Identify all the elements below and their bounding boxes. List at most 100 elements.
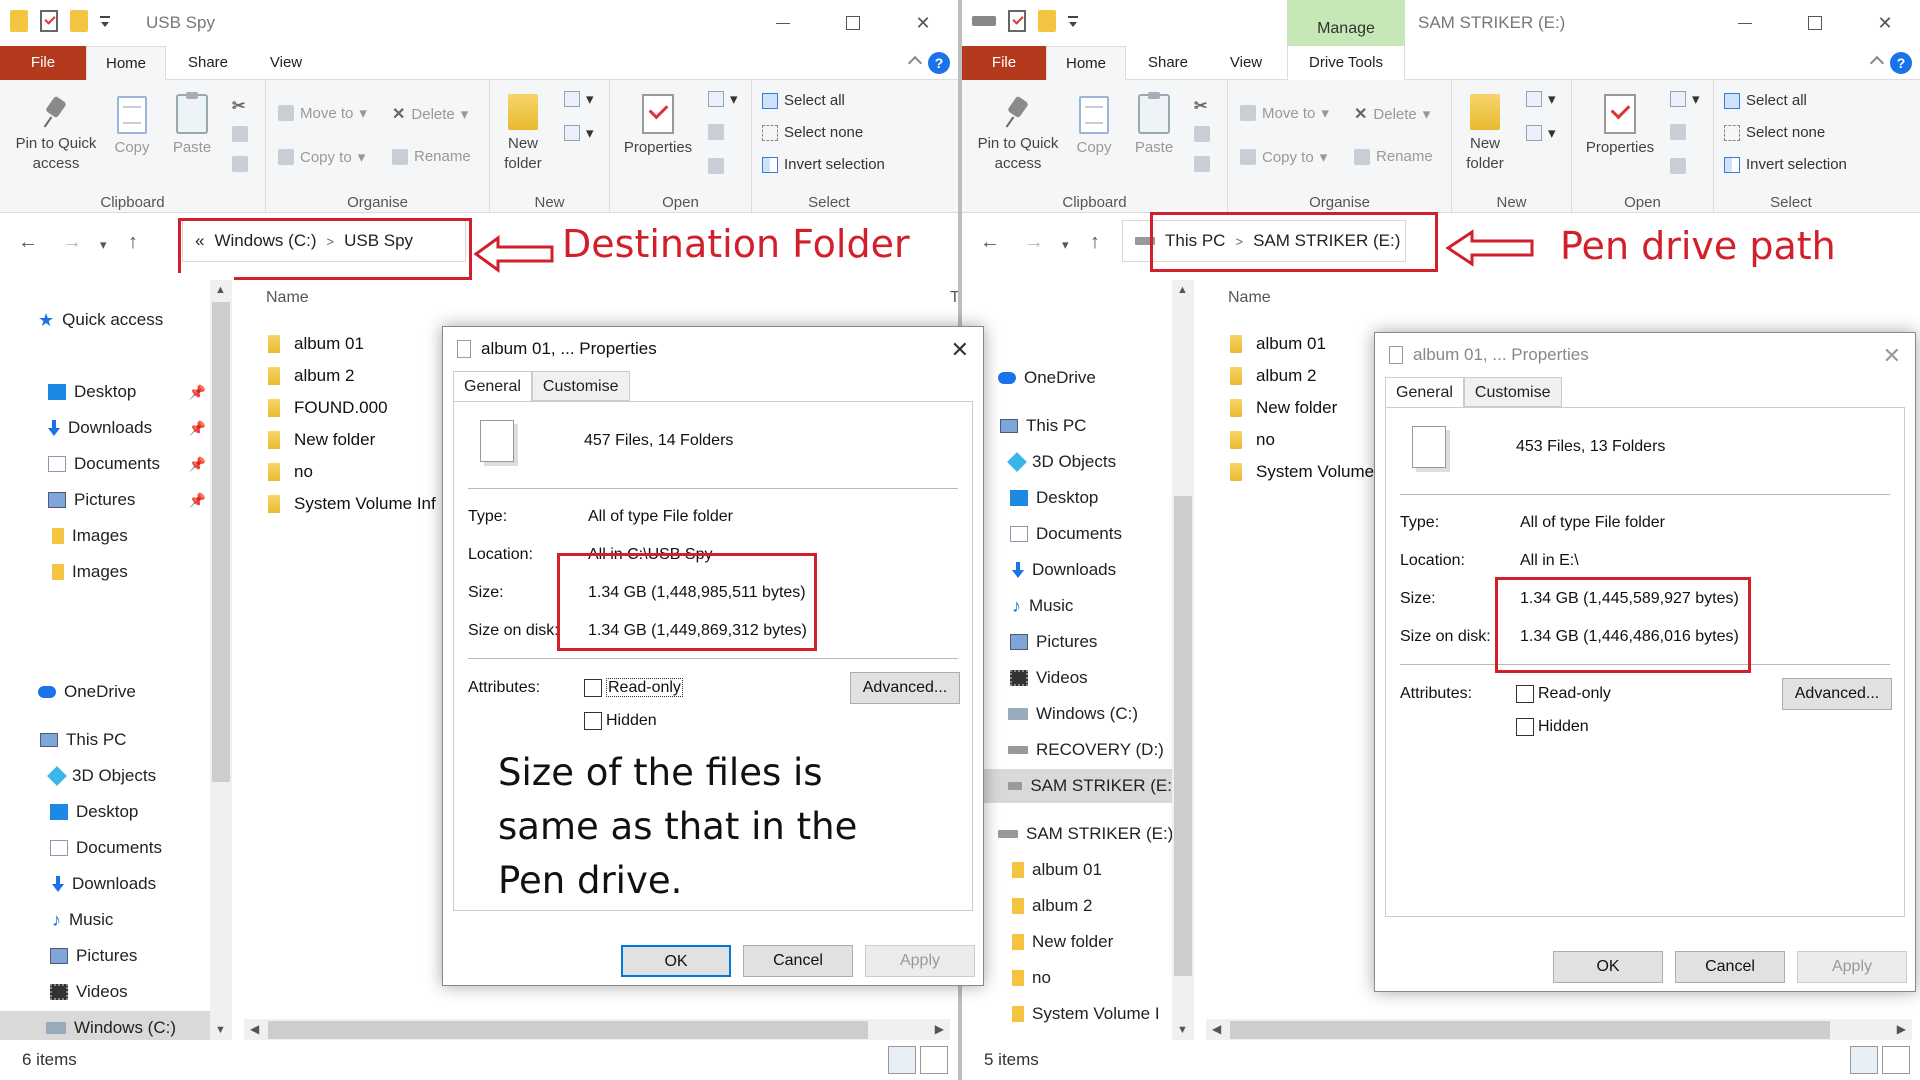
copy-to-button[interactable]: Copy to ▾ — [1240, 148, 1327, 166]
nav-pictures[interactable]: Pictures — [1010, 625, 1097, 659]
tab-customise[interactable]: Customise — [531, 371, 630, 401]
file-list-item[interactable]: album 01 — [268, 329, 364, 359]
tab-file[interactable]: File — [962, 46, 1046, 80]
nav-documents[interactable]: Documents 📌 — [48, 447, 206, 481]
nav-scrollbar[interactable]: ▲ ▼ — [1172, 280, 1194, 1040]
maximize-button[interactable] — [1780, 0, 1850, 46]
nav-images[interactable]: Images — [52, 519, 128, 553]
horizontal-scrollbar[interactable]: ◀ ▶ — [244, 1019, 950, 1041]
history-button[interactable] — [1670, 158, 1686, 174]
checkbox-icon[interactable] — [1516, 718, 1534, 736]
nav-downloads[interactable]: Downloads — [52, 867, 156, 901]
select-none-button[interactable]: Select none — [762, 124, 863, 141]
scroll-down-icon[interactable]: ▼ — [1177, 1024, 1188, 1036]
customize-toolbar-icon[interactable] — [100, 16, 110, 27]
cut-button[interactable]: ✂ — [1194, 96, 1207, 116]
properties-button[interactable]: Properties — [1580, 94, 1660, 158]
new-folder-button[interactable]: New folder — [498, 94, 548, 174]
copy-button[interactable]: Copy — [104, 96, 160, 158]
paste-shortcut-button[interactable] — [1194, 156, 1210, 172]
apply-button[interactable]: Apply — [865, 945, 975, 977]
nav-desktop[interactable]: Desktop 📌 — [48, 375, 206, 409]
hidden-checkbox[interactable]: Hidden — [1516, 718, 1589, 736]
close-button[interactable]: ✕ — [1850, 0, 1920, 46]
details-view-icon[interactable] — [1850, 1046, 1878, 1074]
nav-videos[interactable]: Videos — [50, 975, 128, 1009]
advanced-button[interactable]: Advanced... — [850, 672, 960, 704]
nav-pictures[interactable]: Pictures 📌 — [48, 483, 206, 517]
scrollbar-thumb[interactable] — [212, 302, 230, 782]
new-item-button[interactable]: ▾ — [564, 90, 594, 108]
nav-documents[interactable]: Documents — [50, 831, 162, 865]
file-list-item[interactable]: FOUND.000 — [268, 393, 388, 423]
close-icon[interactable]: ✕ — [1883, 343, 1901, 369]
up-arrow-icon[interactable]: ↑ — [128, 231, 138, 254]
maximize-button[interactable] — [818, 0, 888, 46]
copy-button[interactable]: Copy — [1066, 96, 1122, 158]
read-only-checkbox[interactable]: Read-only — [584, 678, 683, 698]
tab-home[interactable]: Home — [1046, 46, 1126, 81]
tab-view[interactable]: View — [250, 46, 322, 80]
easy-access-button[interactable]: ▾ — [1526, 124, 1556, 142]
nav-downloads[interactable]: Downloads — [1012, 553, 1116, 587]
forward-arrow-icon[interactable]: → — [62, 231, 82, 254]
close-icon[interactable]: ✕ — [951, 337, 969, 363]
file-list-item[interactable]: album 2 — [268, 361, 354, 391]
nav-recovery-d[interactable]: RECOVERY (D:) — [1008, 733, 1164, 767]
rename-button[interactable]: Rename — [1354, 148, 1433, 165]
ok-button[interactable]: OK — [621, 945, 731, 977]
nav-new-folder[interactable]: New folder — [1012, 925, 1113, 959]
large-icons-view-icon[interactable] — [920, 1046, 948, 1074]
nav-images[interactable]: Images — [52, 555, 128, 589]
scroll-right-icon[interactable]: ▶ — [1897, 1022, 1906, 1036]
nav-music[interactable]: ♪ Music — [1012, 589, 1073, 623]
file-list-item[interactable]: System Volume — [1230, 457, 1374, 487]
nav-3d-objects[interactable]: 3D Objects — [1007, 445, 1116, 479]
recent-locations-icon[interactable]: ▾ — [100, 237, 107, 253]
open-button[interactable]: ▾ — [1670, 90, 1700, 108]
copy-path-button[interactable] — [1194, 126, 1210, 142]
back-arrow-icon[interactable]: ← — [18, 231, 38, 254]
nav-pictures[interactable]: Pictures — [50, 939, 137, 973]
select-none-button[interactable]: Select none — [1724, 124, 1825, 141]
nav-desktop[interactable]: Desktop — [1010, 481, 1098, 515]
pin-to-quick-access-button[interactable]: Pin to Quick access — [970, 96, 1066, 174]
column-header-type[interactable]: T — [950, 289, 958, 307]
file-list-item[interactable]: New folder — [1230, 393, 1337, 423]
nav-system-volume[interactable]: System Volume I — [1012, 997, 1172, 1031]
details-view-icon[interactable] — [888, 1046, 916, 1074]
tab-customise[interactable]: Customise — [1463, 377, 1562, 407]
pin-to-quick-access-button[interactable]: Pin to Quick access — [8, 96, 104, 174]
back-arrow-icon[interactable]: ← — [980, 231, 1000, 254]
scroll-left-icon[interactable]: ◀ — [1212, 1022, 1221, 1036]
manage-context-tab[interactable]: Manage — [1287, 0, 1405, 46]
scrollbar-thumb[interactable] — [1230, 1021, 1830, 1039]
tab-drive-tools[interactable]: Drive Tools — [1287, 46, 1405, 80]
tab-view[interactable]: View — [1210, 46, 1282, 80]
new-folder-icon[interactable] — [1038, 10, 1056, 32]
properties-check-icon[interactable] — [1008, 10, 1026, 32]
copy-path-button[interactable] — [232, 126, 248, 142]
nav-desktop[interactable]: Desktop — [50, 795, 138, 829]
paste-shortcut-button[interactable] — [232, 156, 248, 172]
delete-button[interactable]: ✕ Delete ▾ — [392, 104, 468, 124]
move-to-button[interactable]: Move to ▾ — [1240, 104, 1329, 122]
nav-quick-access[interactable]: ★ Quick access — [38, 303, 163, 337]
checkbox-icon[interactable] — [1516, 685, 1534, 703]
scrollbar-thumb[interactable] — [1174, 496, 1192, 976]
easy-access-button[interactable]: ▾ — [564, 124, 594, 142]
rename-button[interactable]: Rename — [392, 148, 471, 165]
scroll-down-icon[interactable]: ▼ — [215, 1024, 226, 1036]
nav-this-pc[interactable]: This PC — [1000, 409, 1086, 443]
nav-documents[interactable]: Documents — [1010, 517, 1122, 551]
nav-album-2[interactable]: album 2 — [1012, 889, 1092, 923]
scroll-right-icon[interactable]: ▶ — [935, 1022, 944, 1036]
customize-toolbar-icon[interactable] — [1068, 16, 1078, 27]
nav-downloads[interactable]: Downloads 📌 — [48, 411, 206, 445]
file-list-item[interactable]: no — [268, 457, 313, 487]
hidden-checkbox[interactable]: Hidden — [584, 712, 657, 730]
close-button[interactable]: ✕ — [888, 0, 958, 46]
recent-locations-icon[interactable]: ▾ — [1062, 237, 1069, 253]
minimize-button[interactable] — [1710, 0, 1780, 46]
large-icons-view-icon[interactable] — [1882, 1046, 1910, 1074]
